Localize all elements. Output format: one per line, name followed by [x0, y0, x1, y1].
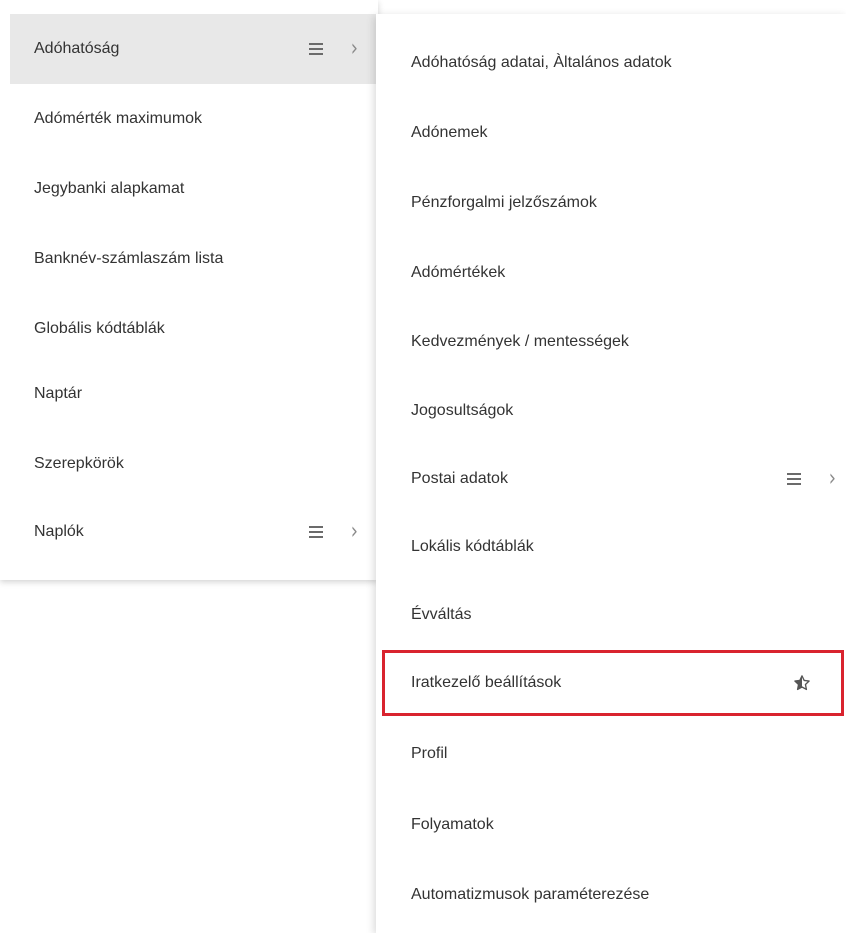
submenu-adohatosag: Adóhatóság adatai, Àltalános adatok Adón… — [376, 14, 846, 933]
submenu-item-label: Adóhatóság adatai, Àltalános adatok — [411, 54, 672, 71]
submenu-item-folyamatok[interactable]: Folyamatok — [376, 790, 846, 860]
primary-menu: Adóhatóság › Adómérték maximumok Jegyban… — [0, 0, 378, 580]
submenu-item-label: Adómértékek — [411, 264, 506, 281]
submenu-item-iratkezelo-beallitasok[interactable]: Iratkezelő beállítások — [382, 650, 844, 716]
menu-item-label: Naplók — [34, 523, 84, 540]
submenu-item-evvaltas[interactable]: Évváltás — [376, 580, 846, 650]
submenu-item-label: Profil — [411, 745, 448, 762]
submenu-item-profil[interactable]: Profil — [376, 719, 846, 789]
menu-item-label: Globális kódtáblák — [34, 320, 165, 337]
submenu-item-penzforgalmi-jelzoszamok[interactable]: Pénzforgalmi jelzőszámok — [376, 168, 846, 238]
submenu-item-kedvezmenyek-mentessegek[interactable]: Kedvezmények / mentességek — [376, 307, 846, 377]
menu-item-adomertek-maximumok[interactable]: Adómérték maximumok — [10, 84, 378, 154]
menu-item-label: Banknév-számlaszám lista — [34, 250, 224, 267]
submenu-item-label: Évváltás — [411, 606, 472, 623]
submenu-item-label: Iratkezelő beállítások — [411, 674, 562, 691]
star-half-icon[interactable] — [793, 674, 811, 692]
submenu-item-jogosultsagok[interactable]: Jogosultságok — [376, 376, 846, 446]
menu-item-label: Naptár — [34, 385, 83, 402]
submenu-indicator: › — [786, 464, 836, 492]
menu-item-banknev-szamlaszam-lista[interactable]: Banknév-számlaszám lista — [10, 224, 378, 294]
menu-item-label: Szerepkörök — [34, 455, 124, 472]
submenu-indicator: › — [308, 34, 358, 62]
submenu-item-label: Folyamatok — [411, 816, 494, 833]
submenu-item-label: Kedvezmények / mentességek — [411, 333, 629, 350]
submenu-item-label: Automatizmusok paraméterezése — [411, 886, 650, 903]
submenu-item-adomertekek[interactable]: Adómértékek — [376, 238, 846, 308]
submenu-item-label: Lokális kódtáblák — [411, 538, 534, 555]
submenu-item-label: Pénzforgalmi jelzőszámok — [411, 194, 597, 211]
menu-item-label: Adóhatóság — [34, 40, 120, 57]
submenu-item-label: Jogosultságok — [411, 402, 514, 419]
chevron-right-icon: › — [350, 517, 358, 545]
hamburger-icon — [308, 43, 323, 55]
chevron-right-icon: › — [350, 34, 358, 62]
menu-item-globalis-kodtablak[interactable]: Globális kódtáblák — [10, 294, 378, 364]
submenu-item-postai-adatok[interactable]: Postai adatok › — [376, 444, 846, 514]
menu-item-jegybanki-alapkamat[interactable]: Jegybanki alapkamat — [10, 154, 378, 224]
submenu-item-lokalis-kodtablak[interactable]: Lokális kódtáblák — [376, 512, 846, 582]
submenu-item-automatizmusok-parameterezese[interactable]: Automatizmusok paraméterezése — [376, 860, 846, 930]
submenu-item-label: Postai adatok — [411, 470, 508, 487]
menu-item-naptar[interactable]: Naptár — [10, 359, 378, 429]
chevron-right-icon: › — [828, 464, 836, 492]
hamburger-icon — [786, 473, 801, 485]
menu-item-label: Jegybanki alapkamat — [34, 180, 185, 197]
menu-item-szerepkorok[interactable]: Szerepkörök — [10, 429, 378, 499]
submenu-item-adohatosag-adatai[interactable]: Adóhatóság adatai, Àltalános adatok — [376, 28, 846, 98]
hamburger-icon — [308, 526, 323, 538]
page: Adóhatóság › Adómérték maximumok Jegyban… — [0, 0, 846, 933]
submenu-indicator: › — [308, 517, 358, 545]
submenu-item-label: Adónemek — [411, 124, 488, 141]
menu-item-label: Adómérték maximumok — [34, 110, 203, 127]
submenu-item-adonemek[interactable]: Adónemek — [376, 98, 846, 168]
menu-item-naplok[interactable]: Naplók › — [10, 497, 378, 567]
menu-item-adohatosag[interactable]: Adóhatóság › — [10, 14, 378, 84]
